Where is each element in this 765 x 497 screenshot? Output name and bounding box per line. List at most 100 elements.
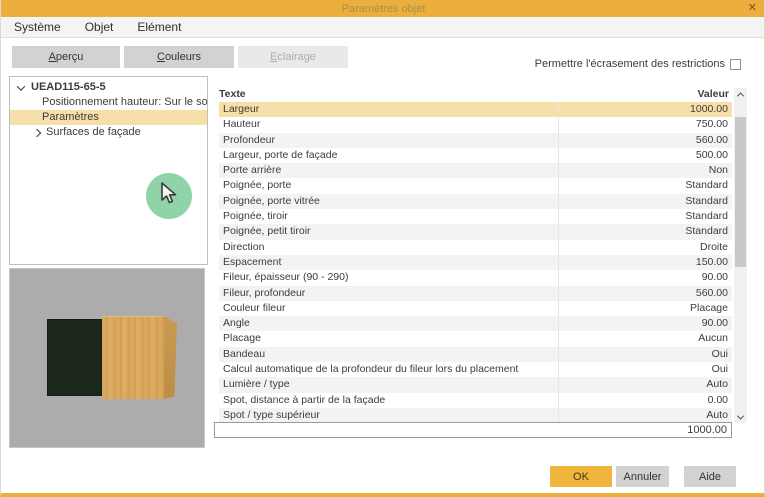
param-name: Fileur, profondeur (223, 286, 306, 299)
cabinet-side-face (164, 316, 177, 399)
menu-element[interactable]: Elément (125, 17, 193, 37)
tree-root-item[interactable]: UEAD115-65-5 (10, 80, 207, 95)
cancel-button[interactable]: Annuler (616, 466, 669, 487)
scrollbar-thumb[interactable] (735, 117, 746, 267)
scroll-down-icon[interactable] (734, 411, 747, 423)
param-value: Standard (685, 194, 728, 207)
table-row[interactable]: Poignée, petit tiroir Standard (219, 224, 732, 240)
table-row[interactable]: Spot, distance à partir de la façade 0.0… (219, 392, 732, 408)
param-value: Auto (706, 408, 728, 421)
param-name: Poignée, petit tiroir (223, 225, 311, 238)
parameters-dialog: Paramètres objet ✕ Système Objet Elément… (0, 0, 765, 497)
tree-item-positionnement[interactable]: Positionnement hauteur: Sur le soc... (10, 95, 207, 110)
param-name: Spot, distance à partir de la façade (223, 393, 386, 406)
param-value: Droite (699, 240, 728, 253)
param-value: Oui (711, 363, 728, 376)
table-row[interactable]: Poignée, porte Standard (219, 178, 732, 194)
param-value: Auto (706, 378, 728, 391)
param-name: Spot / type supérieur (223, 408, 320, 421)
chevron-down-icon[interactable] (16, 81, 26, 91)
restrictions-label: Permettre l'écrasement des restrictions (534, 58, 725, 70)
param-value: 560.00 (695, 133, 728, 146)
param-name: Calcul automatique de la profondeur du f… (223, 363, 519, 376)
param-name: Porte arrière (223, 164, 282, 177)
param-name: Placage (223, 332, 261, 345)
param-name: Bandeau (223, 347, 266, 360)
cabinet-door-panel (47, 319, 102, 396)
param-name: Profondeur (223, 133, 275, 146)
table-row[interactable]: Couleur fileur Placage (219, 300, 732, 317)
param-value: Oui (711, 347, 728, 360)
object-tree: UEAD115-65-5 Positionnement hauteur: Sur… (9, 76, 208, 265)
tree-item-surfaces[interactable]: Surfaces de façade (10, 125, 207, 140)
param-value: Aucun (698, 332, 728, 345)
param-value: 0.00 (707, 393, 728, 406)
param-value: 750.00 (695, 118, 728, 131)
table-row[interactable]: Poignée, tiroir Standard (219, 209, 732, 225)
table-row[interactable]: Fileur, profondeur 560.00 (219, 285, 732, 301)
dialog-title: Paramètres objet (341, 2, 426, 15)
cabinet-front-face (102, 316, 164, 399)
table-row[interactable]: Bandeau Oui (219, 346, 732, 363)
ok-button[interactable]: OK (550, 466, 612, 487)
table-row[interactable]: Calcul automatique de la profondeur du f… (219, 362, 732, 378)
param-name: Fileur, épaisseur (90 - 290) (223, 271, 349, 284)
param-name: Poignée, porte vitrée (223, 194, 320, 207)
cursor-arrow-icon (161, 182, 177, 204)
menu-systeme[interactable]: Système (1, 17, 73, 37)
column-header-texte[interactable]: Texte (219, 88, 697, 102)
param-value: 560.00 (695, 286, 728, 299)
param-value: Standard (685, 179, 728, 192)
value-edit-field[interactable] (214, 422, 732, 438)
param-name: Direction (223, 240, 265, 253)
table-row[interactable]: Spot / type supérieur Auto (219, 407, 732, 424)
cabinet-preview (9, 268, 205, 448)
column-header-valeur[interactable]: Valeur (697, 88, 732, 102)
param-table-body: Largeur 1000.00 Hauteur 750.00 Profondeu… (219, 102, 732, 424)
param-name: Largeur (223, 103, 260, 115)
parameter-table: Texte Valeur Largeur 1000.00 Hauteur 750… (219, 88, 732, 424)
menu-bar: Système Objet Elément (1, 17, 764, 38)
param-value: 500.00 (695, 148, 728, 161)
scroll-up-icon[interactable] (734, 88, 747, 100)
param-name: Hauteur (223, 118, 261, 131)
tree-item-parametres[interactable]: Paramètres (10, 110, 207, 125)
tab-eclairage: Eclairage (238, 46, 348, 68)
help-button[interactable]: Aide (684, 466, 736, 487)
param-value: Placage (690, 301, 728, 314)
param-value: Standard (685, 210, 728, 223)
table-scrollbar[interactable] (734, 88, 747, 423)
param-name: Couleur fileur (223, 301, 286, 314)
table-row[interactable]: Hauteur 750.00 (219, 117, 732, 133)
param-name: Largeur, porte de façade (223, 148, 338, 161)
menu-objet[interactable]: Objet (73, 17, 126, 37)
table-row[interactable]: Espacement 150.00 (219, 254, 732, 271)
param-value: 90.00 (701, 317, 728, 330)
tab-couleurs[interactable]: Couleurs (124, 46, 234, 68)
param-name: Lumière / type (223, 378, 290, 391)
table-row[interactable]: Poignée, porte vitrée Standard (219, 193, 732, 210)
param-value: 150.00 (695, 255, 728, 268)
table-row[interactable]: Angle 90.00 (219, 316, 732, 332)
param-value: 90.00 (701, 271, 728, 284)
close-icon[interactable]: ✕ (748, 1, 757, 14)
table-row[interactable]: Largeur 1000.00 (219, 102, 732, 118)
chevron-right-icon[interactable] (32, 128, 42, 137)
param-value: Non (708, 164, 728, 177)
param-value: Standard (685, 225, 728, 238)
table-row[interactable]: Direction Droite (219, 239, 732, 255)
table-row[interactable]: Placage Aucun (219, 331, 732, 347)
param-value: 1000.00 (690, 103, 728, 115)
table-row[interactable]: Profondeur 560.00 (219, 132, 732, 148)
tab-apercu[interactable]: Aperçu (12, 46, 120, 68)
param-name: Poignée, tiroir (223, 210, 288, 223)
restrictions-checkbox[interactable] (730, 58, 741, 70)
table-row[interactable]: Largeur, porte de façade 500.00 (219, 147, 732, 164)
cursor-highlight (146, 173, 192, 219)
table-row[interactable]: Porte arrière Non (219, 163, 732, 179)
table-row[interactable]: Lumière / type Auto (219, 377, 732, 393)
restrictions-row: Permettre l'écrasement des restrictions (535, 58, 741, 70)
table-header: Texte Valeur (219, 88, 732, 102)
param-name: Angle (223, 317, 250, 330)
table-row[interactable]: Fileur, épaisseur (90 - 290) 90.00 (219, 270, 732, 286)
